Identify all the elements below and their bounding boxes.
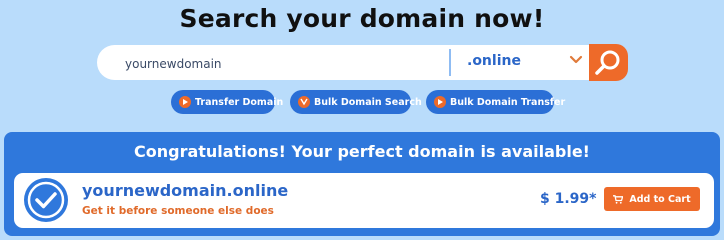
search-icon — [595, 50, 620, 75]
tld-select[interactable]: .online — [467, 45, 521, 80]
bulk-domain-search-button[interactable]: Bulk Domain Search — [290, 90, 422, 114]
bulk-domain-search-label: Bulk Domain Search — [314, 96, 422, 108]
transfer-domain-button[interactable]: Transfer Domain — [171, 90, 283, 114]
available-domain-name: yournewdomain.online — [82, 181, 289, 200]
cart-icon — [613, 194, 624, 204]
availability-panel: Congratulations! Your perfect domain is … — [4, 132, 720, 236]
play-icon — [434, 96, 446, 108]
play-icon — [179, 96, 191, 108]
transfer-domain-label: Transfer Domain — [195, 96, 284, 108]
bulk-domain-transfer-label: Bulk Domain Transfer — [450, 96, 566, 108]
domain-price: $ 1.99* — [540, 191, 597, 207]
domain-search-bar: .online — [97, 45, 589, 82]
brand-bulk-search-icon — [298, 96, 310, 108]
domain-search-input[interactable] — [123, 45, 447, 82]
add-to-cart-label: Add to Cart — [629, 193, 691, 205]
page-title: Search your domain now! — [179, 4, 545, 33]
add-to-cart-button[interactable]: Add to Cart — [604, 187, 700, 211]
domain-result-card: yournewdomain.online Get it before someo… — [14, 173, 714, 228]
search-button[interactable] — [589, 44, 628, 81]
bulk-domain-transfer-button[interactable]: Bulk Domain Transfer — [426, 90, 565, 114]
search-divider — [449, 49, 451, 76]
availability-headline: Congratulations! Your perfect domain is … — [134, 142, 590, 161]
check-circle-icon — [24, 178, 68, 222]
chevron-down-icon[interactable] — [569, 52, 583, 66]
domain-tagline: Get it before someone else does — [82, 205, 274, 217]
